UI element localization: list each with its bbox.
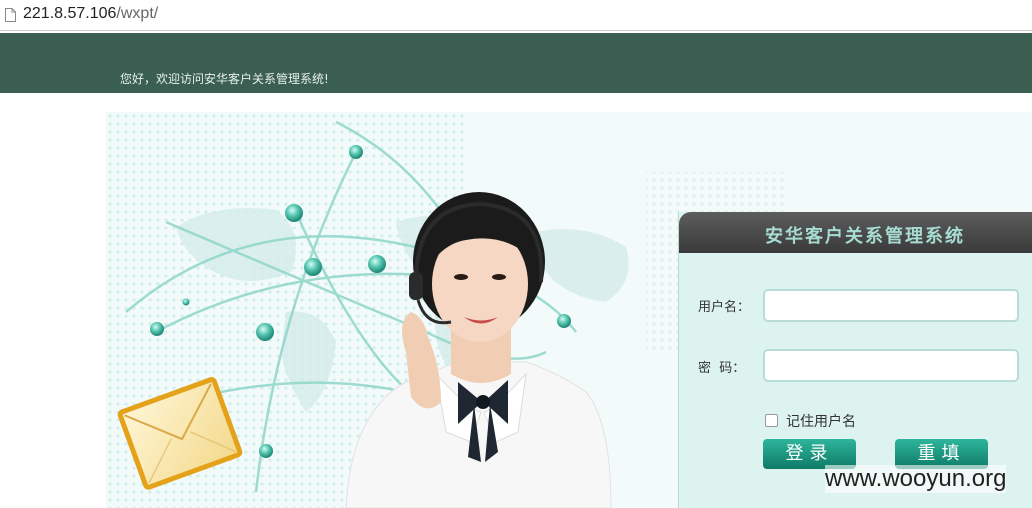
welcome-text: 您好，欢迎访问安华客户关系管理系统! bbox=[120, 72, 329, 86]
browser-address-bar[interactable]: 221.8.57.106/wxpt/ bbox=[0, 0, 1032, 31]
username-label: 用户名： bbox=[698, 300, 751, 315]
login-panel: 安华客户关系管理系统 用户名： 密 码： 记住用户名 登录 重填 bbox=[678, 212, 1032, 508]
url-text[interactable]: 221.8.57.106/wxpt/ bbox=[23, 5, 158, 23]
site-header: 您好，欢迎访问安华客户关系管理系统! bbox=[0, 33, 1032, 93]
remember-label: 记住用户名 bbox=[786, 414, 856, 430]
page-icon bbox=[5, 8, 16, 22]
username-input[interactable] bbox=[763, 289, 1019, 322]
login-title: 安华客户关系管理系统 bbox=[765, 226, 965, 247]
watermark-text: www.wooyun.org bbox=[825, 465, 1007, 493]
url-host: 221.8.57.106 bbox=[23, 5, 117, 22]
url-path: /wxpt/ bbox=[116, 5, 159, 22]
password-label: 密 码： bbox=[698, 361, 746, 376]
password-input[interactable] bbox=[763, 349, 1019, 382]
remember-checkbox[interactable] bbox=[765, 414, 778, 427]
login-title-bar: 安华客户关系管理系统 bbox=[679, 212, 1032, 253]
remember-username[interactable]: 记住用户名 bbox=[765, 411, 856, 431]
